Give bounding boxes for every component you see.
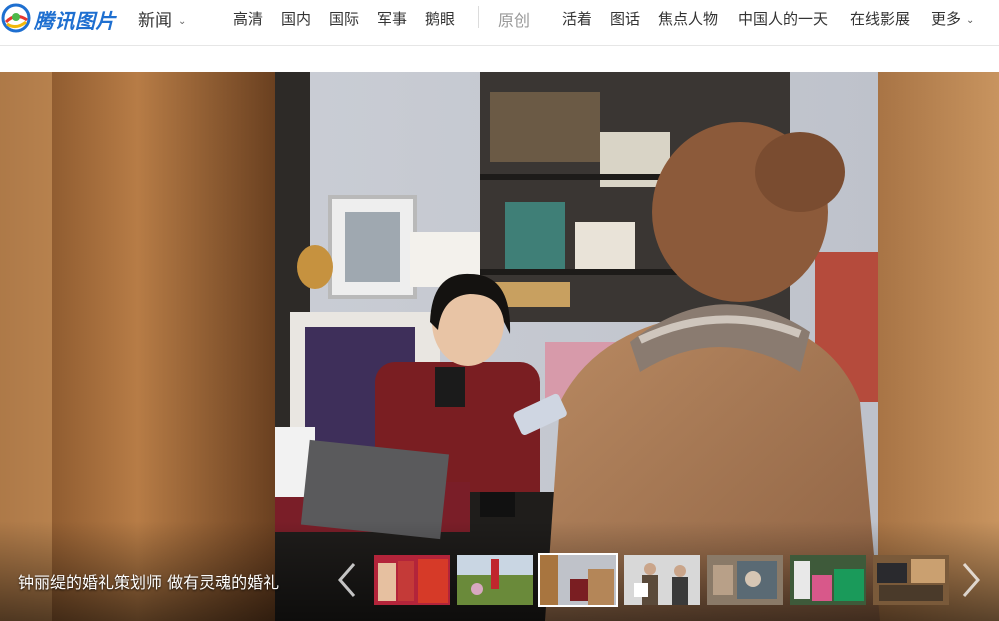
next-arrow-icon[interactable] [956, 560, 984, 600]
thumbnail[interactable] [707, 555, 783, 605]
nav-link-online-exhibition[interactable]: 在线影展 [850, 8, 910, 29]
chevron-down-icon: ⌄ [178, 16, 187, 27]
photo-caption: 钟丽缇的婚礼策划师 做有灵魂的婚礼 [18, 573, 280, 592]
nav-link-alive[interactable]: 活着 [562, 8, 592, 29]
thumbnail[interactable] [624, 555, 700, 605]
thumbnail[interactable] [457, 555, 533, 605]
nav-link-eagle-eye[interactable]: 鹅眼 [425, 8, 455, 29]
thumbnail[interactable] [873, 555, 949, 605]
nav-link-hd[interactable]: 高清 [233, 8, 263, 29]
channel-label: 新闻 [138, 11, 172, 31]
thumbnail-active[interactable] [538, 553, 618, 607]
channel-dropdown[interactable]: 新闻 ⌄ [138, 6, 186, 31]
thumbnail[interactable] [374, 555, 450, 605]
thumbnail[interactable] [790, 555, 866, 605]
nav-more-dropdown[interactable]: 更多 ⌄ [931, 8, 974, 29]
site-logo-text: 腾讯图片 [34, 9, 116, 33]
thumbnail-image [624, 555, 700, 605]
more-label: 更多 [931, 10, 962, 28]
tencent-logo-icon [1, 3, 31, 33]
nav-link-domestic[interactable]: 国内 [281, 8, 311, 29]
thumbnail-image [707, 555, 783, 605]
thumbnail-image [540, 555, 616, 605]
photo-viewer[interactable] [0, 72, 999, 621]
nav-link-focus-people[interactable]: 焦点人物 [658, 8, 718, 29]
nav-link-original[interactable]: 原创 [498, 7, 530, 31]
thumbnail-image [457, 555, 533, 605]
thumbnail-image [873, 555, 949, 605]
chevron-down-icon: ⌄ [966, 15, 975, 26]
nav-link-military[interactable]: 军事 [377, 8, 407, 29]
thumbnail-image [790, 555, 866, 605]
prev-arrow-icon[interactable] [334, 560, 362, 600]
thumbnail-image [374, 555, 450, 605]
nav-link-photo-talk[interactable]: 图话 [610, 8, 640, 29]
nav-divider [478, 6, 479, 28]
top-nav-bar: 腾讯图片 新闻 ⌄ 高清 国内 国际 军事 鹅眼 原创 活着 图话 焦点人物 中国… [0, 0, 999, 46]
nav-link-a-day-in-china[interactable]: 中国人的一天 [738, 8, 828, 29]
main-photo [0, 72, 999, 621]
nav-link-international[interactable]: 国际 [329, 8, 359, 29]
